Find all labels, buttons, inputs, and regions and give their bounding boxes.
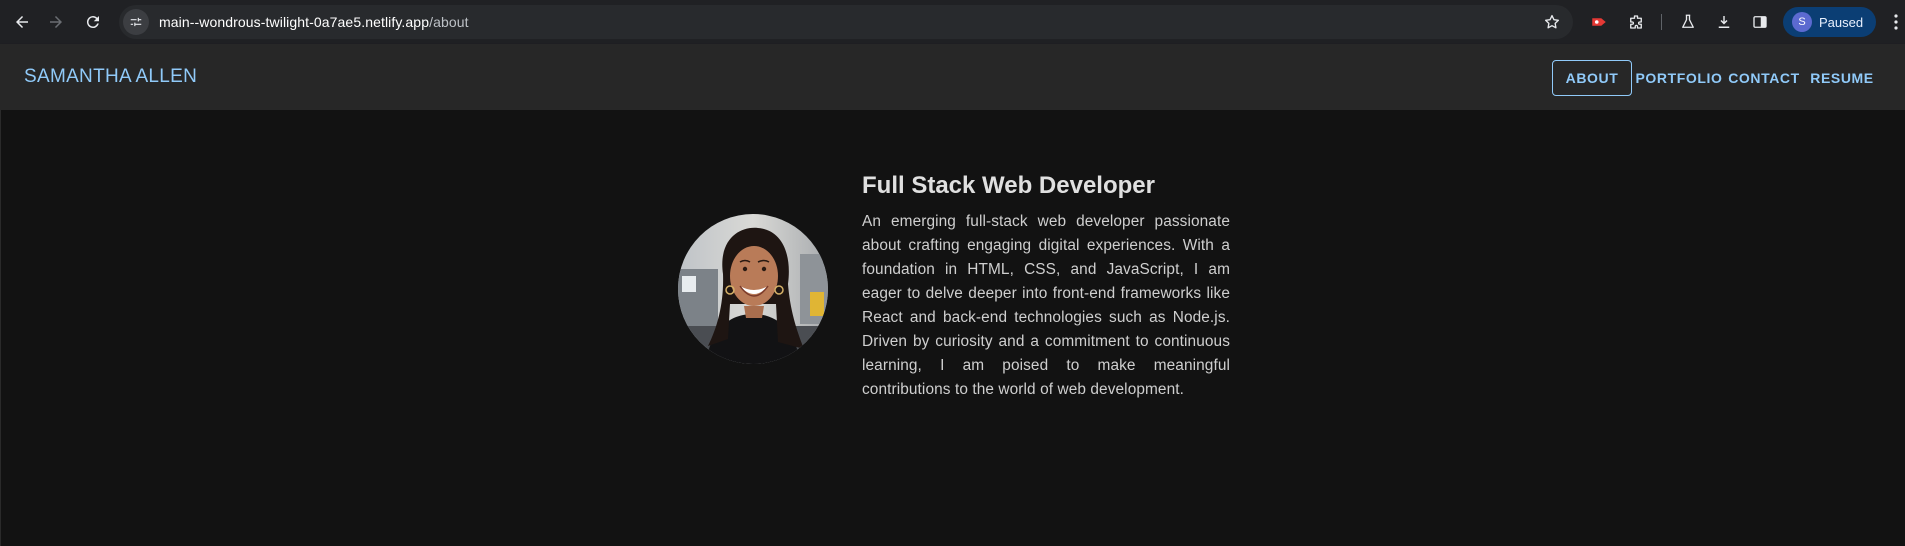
site-info-button[interactable] [123, 9, 149, 35]
tune-icon [130, 17, 142, 27]
labs-button[interactable] [1677, 11, 1699, 33]
reload-button[interactable] [77, 6, 109, 38]
back-button[interactable] [6, 6, 38, 38]
star-icon [1544, 14, 1560, 29]
more-vert-icon [1894, 14, 1898, 30]
forward-button[interactable] [40, 6, 72, 38]
extensions-button[interactable] [1625, 11, 1647, 33]
bookmark-star-button[interactable] [1543, 13, 1561, 36]
about-section: Full Stack Web Developer An emerging ful… [0, 110, 1905, 546]
nav-contact[interactable]: CONTACT [1727, 60, 1801, 96]
profile-avatar: S [1792, 12, 1812, 32]
downloads-button[interactable] [1713, 11, 1735, 33]
reload-icon [86, 16, 99, 29]
side-panel-icon [1753, 16, 1767, 28]
nav-resume[interactable]: RESUME [1808, 60, 1876, 96]
profile-button[interactable]: S Paused [1783, 7, 1876, 37]
flask-icon [1682, 14, 1694, 28]
download-icon [1718, 16, 1730, 28]
arrow-left-icon [16, 16, 28, 28]
address-bar[interactable]: main--wondrous-twilight-0a7ae5.netlify.a… [119, 5, 1573, 39]
about-headline: Full Stack Web Developer [862, 172, 1155, 199]
toolbar-separator [1661, 14, 1662, 30]
red-tag-extension-icon [1592, 18, 1606, 26]
browser-menu-button[interactable] [1891, 13, 1901, 31]
profile-photo [678, 214, 828, 364]
url-text: main--wondrous-twilight-0a7ae5.netlify.a… [159, 14, 469, 30]
about-bio: An emerging full-stack web developer pas… [862, 213, 1230, 398]
nav-portfolio[interactable]: PORTFOLIO [1635, 60, 1722, 96]
extension-red-button[interactable] [1588, 11, 1610, 33]
profile-status: Paused [1819, 14, 1864, 30]
arrow-right-icon [50, 16, 62, 28]
nav-about[interactable]: ABOUT [1552, 60, 1632, 96]
browser-toolbar: main--wondrous-twilight-0a7ae5.netlify.a… [0, 0, 1905, 44]
puzzle-icon [1630, 15, 1642, 29]
site-header: SAMANTHA ALLEN ABOUT PORTFOLIO CONTACT R… [0, 44, 1905, 110]
site-brand[interactable]: SAMANTHA ALLEN [24, 66, 197, 88]
side-panel-button[interactable] [1749, 11, 1771, 33]
